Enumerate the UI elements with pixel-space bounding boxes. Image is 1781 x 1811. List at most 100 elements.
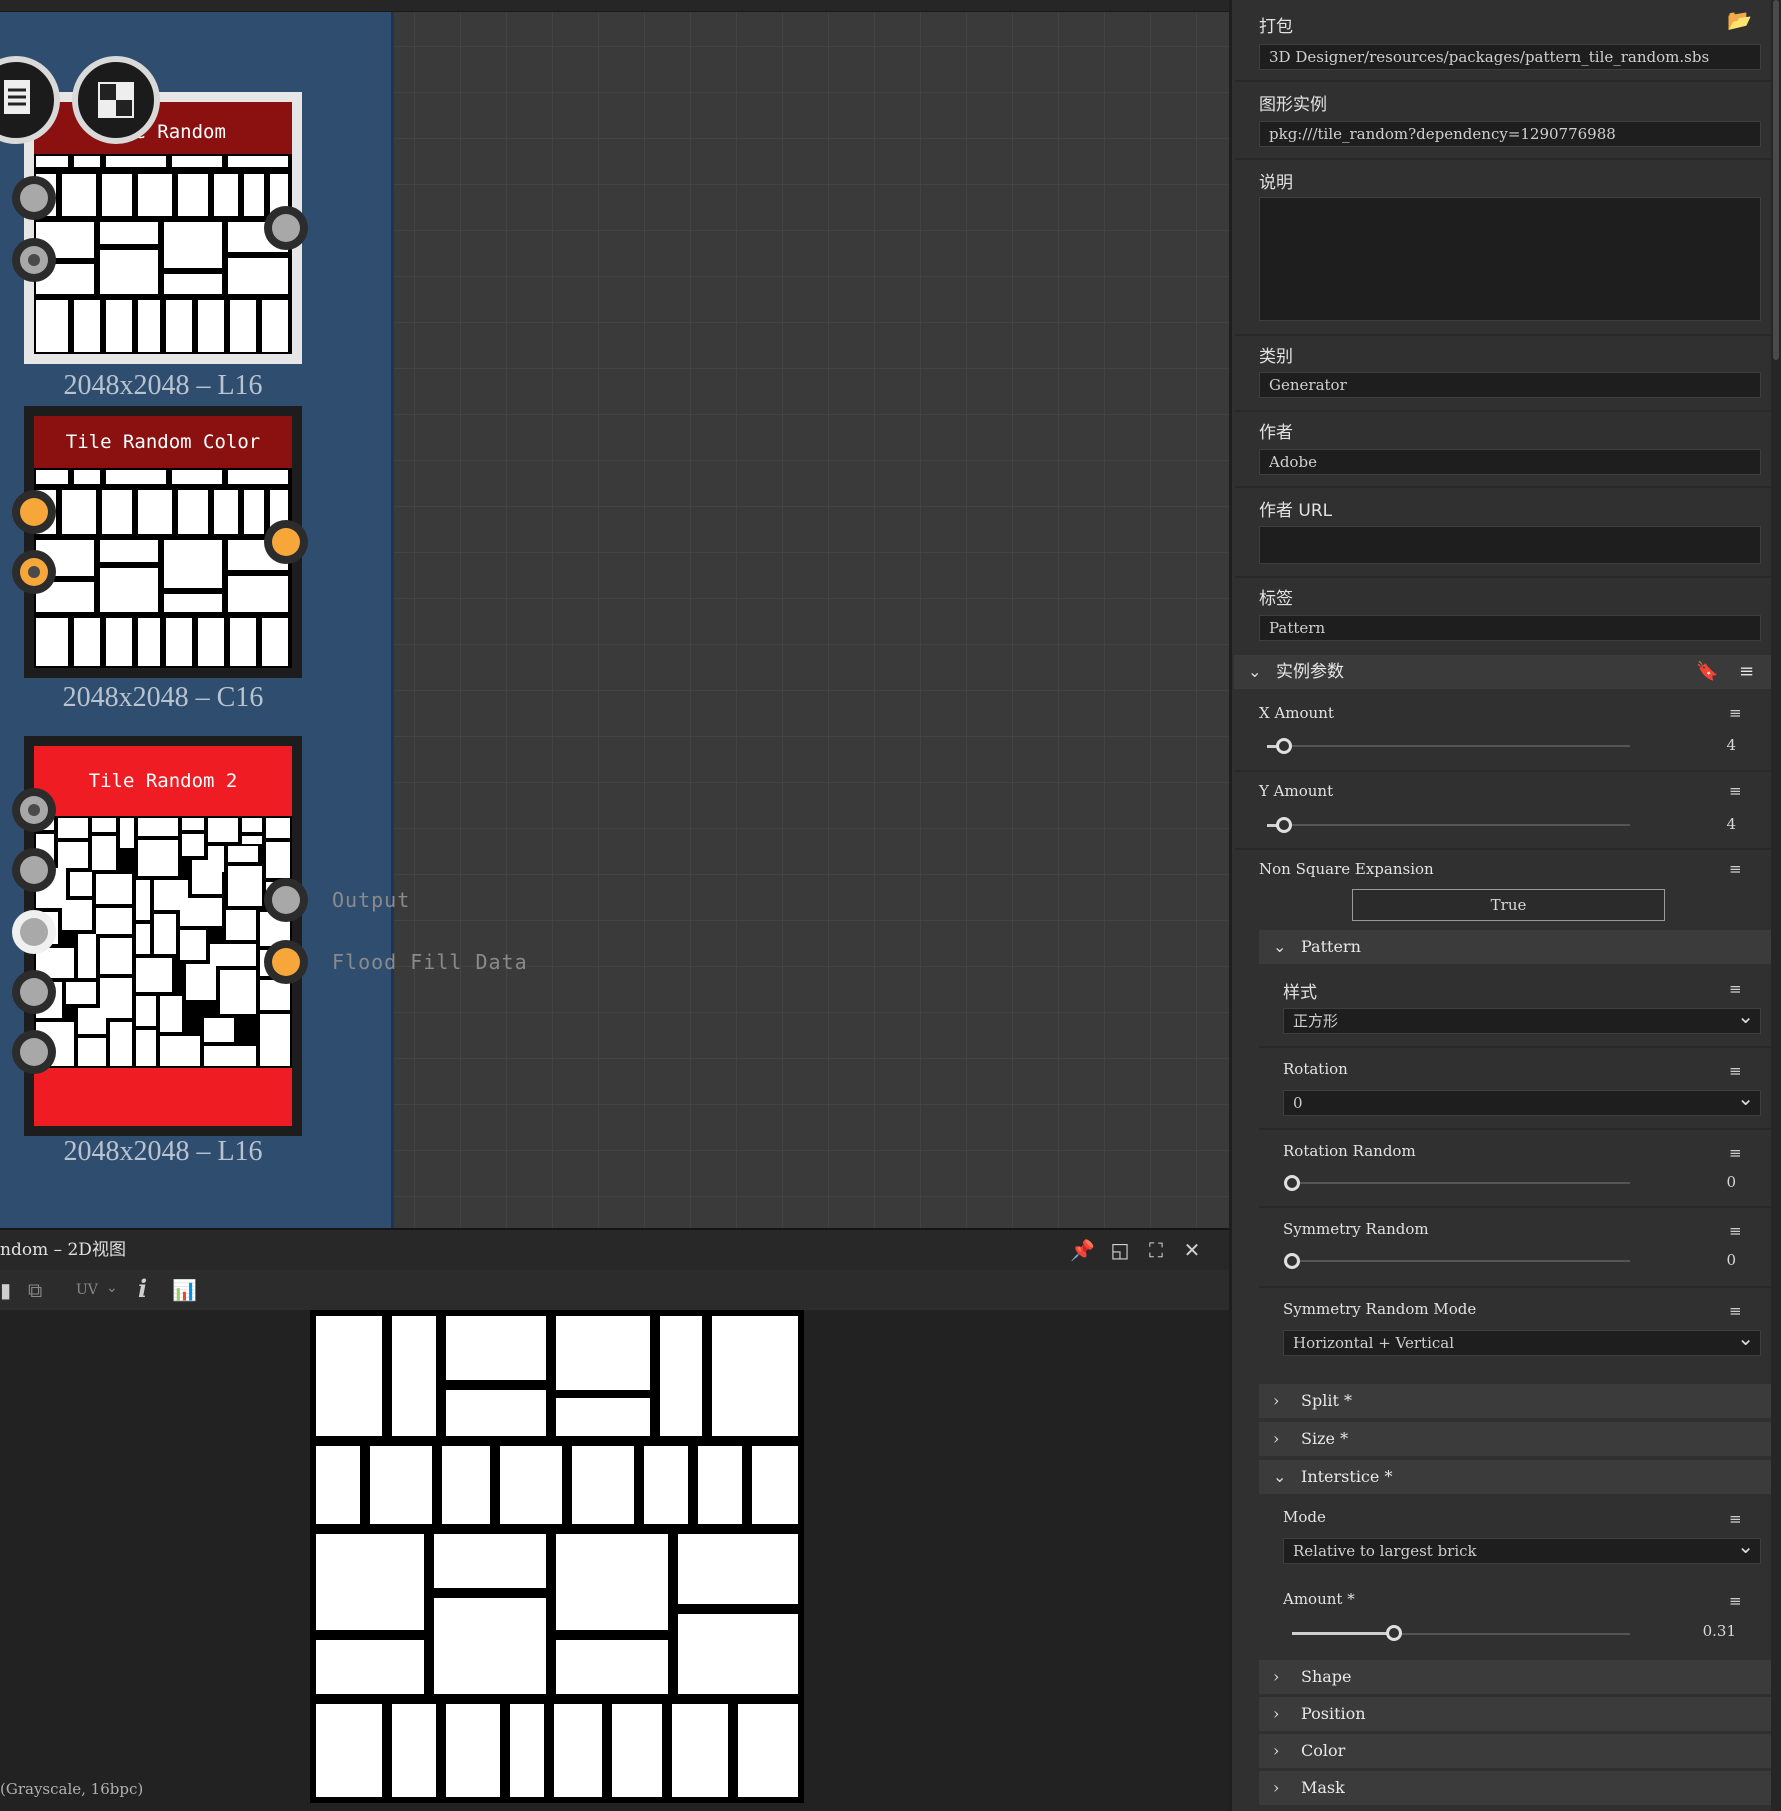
rotation-random-value[interactable]: 0 [1676, 1173, 1736, 1191]
node3-input-port[interactable] [12, 848, 56, 892]
category-field[interactable]: Generator [1259, 372, 1761, 398]
node3-output-port[interactable] [264, 940, 308, 984]
symmetry-random-value[interactable]: 0 [1676, 1251, 1736, 1269]
texture-preview[interactable] [310, 1310, 804, 1803]
param-menu-icon[interactable]: ≡ [1729, 1592, 1751, 1610]
uv-dropdown[interactable]: UV [76, 1282, 98, 1298]
y-amount-track[interactable] [1284, 824, 1630, 826]
rotation-label: Rotation [1283, 1060, 1348, 1078]
node3-input-port-selected[interactable] [12, 910, 56, 954]
chevron-right-icon: › [1273, 1741, 1280, 1760]
node2-input-port[interactable] [12, 550, 56, 594]
maximize-icon[interactable]: ⛶ [1144, 1238, 1168, 1262]
color-group-label: Color [1301, 1741, 1346, 1760]
refresh-view-icon[interactable]: ⧉ [28, 1278, 42, 1302]
amount-fill [1292, 1632, 1392, 1635]
y-amount-knob[interactable] [1276, 817, 1292, 833]
style-select[interactable]: 正方形 [1283, 1008, 1761, 1034]
symmetry-random-track[interactable] [1290, 1260, 1630, 1262]
node-tile-random-color[interactable]: Tile Random Color 2048x2048 – C16 [24, 406, 302, 713]
node1-input-port[interactable] [12, 176, 56, 220]
param-menu-icon[interactable]: ≡ [1729, 860, 1751, 878]
x-amount-knob[interactable] [1276, 738, 1292, 754]
histogram-icon[interactable]: 📊 [172, 1278, 197, 1302]
size-group-header[interactable]: › Size * [1259, 1422, 1771, 1456]
divider [1235, 770, 1771, 772]
amount-value[interactable]: 0.31 [1676, 1622, 1736, 1640]
rotation-select[interactable]: 0 [1283, 1090, 1761, 1116]
preset-icon[interactable]: 🔖 [1696, 655, 1718, 689]
node-comment-icon[interactable] [0, 56, 60, 144]
shape-group-header[interactable]: › Shape [1259, 1660, 1771, 1694]
category-label: 类别 [1259, 347, 1293, 367]
node2-input-port[interactable] [12, 490, 56, 534]
tool-icon[interactable]: ▮ [0, 1278, 11, 1302]
param-menu-icon[interactable]: ≡ [1729, 704, 1751, 722]
divider [1235, 334, 1771, 336]
description-field[interactable] [1259, 197, 1761, 321]
view-2d-panel[interactable]: ndom – 2D视图 📌 ◱ ⛶ ✕ ▮ ⧉ UV ⌄ i 📊 (Graysc… [0, 1228, 1229, 1811]
rotation-random-track[interactable] [1290, 1182, 1630, 1184]
chevron-down-icon: ⌄ [1248, 662, 1262, 681]
output-label: Output [332, 888, 411, 912]
param-menu-icon[interactable]: ≡ [1729, 1510, 1751, 1528]
symmetry-mode-select[interactable]: Horizontal + Vertical [1283, 1330, 1761, 1356]
node-output-preview-icon[interactable] [72, 56, 160, 144]
split-group-header[interactable]: › Split * [1259, 1384, 1771, 1418]
view-2d-titlebar: ndom – 2D视图 📌 ◱ ⛶ ✕ [0, 1230, 1229, 1270]
pattern-group-header[interactable]: ⌄ Pattern [1259, 930, 1771, 964]
instance-params-header[interactable]: ⌄ 实例参数 🔖 ≡ [1234, 655, 1771, 689]
chevron-right-icon: › [1273, 1704, 1280, 1723]
node2-output-port[interactable] [264, 520, 308, 564]
param-menu-icon[interactable]: ≡ [1729, 1222, 1751, 1240]
author-field[interactable]: Adobe [1259, 449, 1761, 475]
close-icon[interactable]: ✕ [1180, 1238, 1204, 1262]
non-square-toggle[interactable]: True [1352, 889, 1665, 921]
graph-canvas[interactable]: Tile Random 2048x2048 – L16 Tile Random … [0, 0, 1229, 1228]
mode-label: Mode [1283, 1508, 1326, 1526]
pin-icon[interactable]: 📌 [1070, 1238, 1095, 1262]
divider [1235, 80, 1771, 82]
node1-output-port[interactable] [264, 206, 308, 250]
node-tile-random[interactable]: Tile Random 2048x2048 – L16 [24, 92, 302, 401]
x-amount-track[interactable] [1284, 745, 1630, 747]
folder-open-icon[interactable]: 📂 [1727, 8, 1752, 32]
float-window-icon[interactable]: ◱ [1108, 1238, 1132, 1262]
node-resolution: 2048x2048 – L16 [63, 1136, 263, 1167]
param-menu-icon[interactable]: ≡ [1729, 782, 1751, 800]
x-amount-value[interactable]: 4 [1676, 736, 1736, 754]
y-amount-value[interactable]: 4 [1676, 815, 1736, 833]
node3-output-port[interactable] [264, 878, 308, 922]
rotation-random-knob[interactable] [1284, 1175, 1300, 1191]
symmetry-random-knob[interactable] [1284, 1253, 1300, 1269]
amount-knob[interactable] [1386, 1625, 1402, 1641]
package-path-field[interactable]: 3D Designer/resources/packages/pattern_t… [1259, 44, 1761, 70]
chevron-down-icon[interactable]: ⌄ [106, 1280, 118, 1296]
node3-input-port[interactable] [12, 788, 56, 832]
info-icon[interactable]: i [138, 1274, 147, 1303]
position-group-header[interactable]: › Position [1259, 1697, 1771, 1731]
color-group-header[interactable]: › Color [1259, 1734, 1771, 1768]
param-menu-icon[interactable]: ≡ [1729, 1302, 1751, 1320]
panel-scrollbar-thumb[interactable] [1773, 0, 1779, 360]
node1-input-port[interactable] [12, 238, 56, 282]
author-url-field[interactable] [1259, 526, 1761, 564]
menu-icon[interactable]: ≡ [1739, 655, 1754, 689]
author-label: 作者 [1259, 423, 1293, 443]
node3-input-port[interactable] [12, 970, 56, 1014]
divider [1259, 1046, 1771, 1048]
preview-status: (Grayscale, 16bpc) [0, 1780, 144, 1798]
node-resolution: 2048x2048 – C16 [62, 682, 264, 713]
tags-field[interactable]: Pattern [1259, 615, 1761, 641]
interstice-group-header[interactable]: ⌄ Interstice * [1259, 1460, 1771, 1494]
param-menu-icon[interactable]: ≡ [1729, 980, 1751, 998]
param-menu-icon[interactable]: ≡ [1729, 1062, 1751, 1080]
graph-instance-field[interactable]: pkg:///tile_random?dependency=1290776988 [1259, 121, 1761, 147]
mask-group-header[interactable]: › Mask [1259, 1771, 1771, 1805]
node-tile-random-2[interactable]: Tile Random 2 2048x2048 – L16 [24, 736, 302, 1176]
node-thumbnail [34, 154, 292, 354]
mode-select[interactable]: Relative to largest brick [1283, 1538, 1761, 1564]
node-title: Tile Random 2 [88, 770, 238, 792]
node3-input-port[interactable] [12, 1030, 56, 1074]
param-menu-icon[interactable]: ≡ [1729, 1144, 1751, 1162]
